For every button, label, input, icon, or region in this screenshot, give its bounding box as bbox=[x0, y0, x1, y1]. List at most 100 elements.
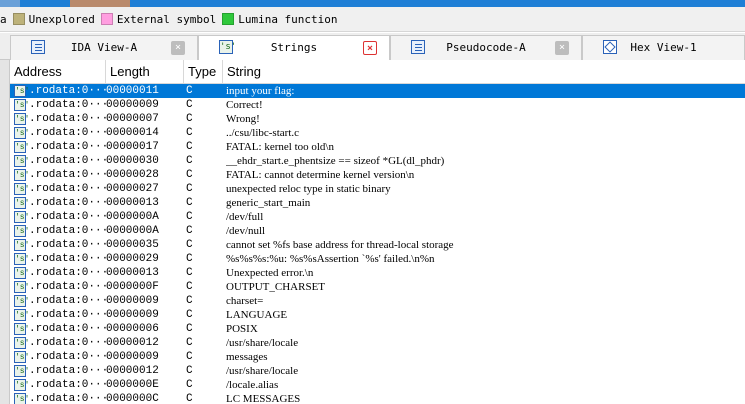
address-text: .rodata:0··· bbox=[29, 225, 108, 237]
cell-string: /locale.alias bbox=[226, 379, 279, 391]
table-row[interactable]: 's'.rodata:0··· 00000009 Cmessages bbox=[10, 350, 745, 364]
cell-string: input your flag: bbox=[226, 85, 295, 97]
tab-pseudocode-a[interactable]: Pseudocode-A × bbox=[390, 35, 582, 60]
address-text: .rodata:0··· bbox=[29, 99, 108, 111]
table-row[interactable]: 's'.rodata:0··· 00000007 C Wrong! bbox=[10, 112, 745, 126]
table-row[interactable]: 's'.rodata:0··· 00000017 C FATAL: kernel to… bbox=[10, 140, 745, 154]
table-row[interactable]: 's'.rodata:0··· 0000000A C/dev/full bbox=[10, 210, 745, 224]
legend-swatch bbox=[100, 13, 113, 25]
cell-length: 00000017 bbox=[106, 141, 159, 153]
legend-label: a bbox=[0, 12, 7, 26]
cell-address: 's'.rodata:0··· bbox=[14, 112, 108, 126]
string-icon: 's' bbox=[14, 155, 30, 167]
legend-label: External symbol bbox=[116, 12, 217, 26]
address-text: .rodata:0··· bbox=[29, 127, 108, 139]
table-row[interactable]: 's'.rodata:0··· 00000030 C __ehdr_start.e_p… bbox=[10, 154, 745, 168]
cell-length: 00000030 bbox=[106, 155, 159, 167]
table-row[interactable]: 's'.rodata:0··· 00000012 C/usr/share/local… bbox=[10, 336, 745, 350]
cell-type: C bbox=[186, 253, 193, 265]
cell-length: 0000000A bbox=[106, 225, 159, 237]
cell-address: 's'.rodata:0··· bbox=[14, 98, 108, 112]
table-row[interactable]: 's'.rodata:0··· 00000013 Cgeneric_start_ma… bbox=[10, 196, 745, 210]
string-icon: 's' bbox=[14, 183, 30, 195]
cell-length: 00000013 bbox=[106, 267, 159, 279]
table-row[interactable]: 's'.rodata:0··· 0000000A C/dev/null bbox=[10, 224, 745, 238]
string-icon: 's' bbox=[14, 323, 30, 335]
cell-string: charset= bbox=[226, 295, 264, 307]
column-header-address[interactable]: Address bbox=[10, 60, 106, 84]
cell-length: 00000006 bbox=[106, 323, 159, 335]
cell-address: 's'.rodata:0··· bbox=[14, 196, 108, 210]
address-text: .rodata:0··· bbox=[29, 183, 108, 195]
string-icon: 's' bbox=[14, 127, 30, 139]
string-icon: 's' bbox=[14, 309, 30, 321]
cell-address: 's'.rodata:0··· bbox=[14, 238, 108, 252]
cell-address: 's'.rodata:0··· bbox=[14, 140, 108, 154]
close-icon[interactable]: × bbox=[171, 41, 185, 55]
address-text: .rodata:0··· bbox=[29, 309, 108, 321]
tab-hex-view-1[interactable]: Hex View-1 bbox=[582, 35, 745, 60]
cell-string: /dev/null bbox=[226, 225, 266, 237]
cell-address: 's'.rodata:0··· bbox=[14, 252, 108, 266]
table-row[interactable]: 's'.rodata:0··· 00000009 C LANGUAGE bbox=[10, 308, 745, 322]
cell-type: C bbox=[186, 267, 193, 279]
address-text: .rodata:0··· bbox=[29, 197, 108, 209]
cell-address: 's'.rodata:0··· bbox=[14, 378, 108, 392]
cell-length: 00000014 bbox=[106, 127, 159, 139]
cell-address: 's'.rodata:0··· bbox=[14, 266, 108, 280]
table-row[interactable]: 's'.rodata:0··· 00000009 C Correct! bbox=[10, 98, 745, 112]
tab-strings[interactable]: 's' Strings × bbox=[198, 35, 390, 61]
table-row[interactable]: 's'.rodata:0··· 00000013 C Unexpected error… bbox=[10, 266, 745, 280]
nav-segment-gray bbox=[0, 0, 20, 7]
cell-length: 00000007 bbox=[106, 113, 159, 125]
cell-address: 's'.rodata:0··· bbox=[14, 126, 108, 140]
legend-label: Lumina function bbox=[238, 12, 338, 26]
table-row[interactable]: 's'.rodata:0··· 00000029 C %s%s%s:%u: %s%sA… bbox=[10, 252, 745, 266]
cell-string: /usr/share/locale bbox=[226, 365, 299, 377]
cell-type: C bbox=[186, 225, 193, 237]
table-row[interactable]: 's'.rodata:0··· 0000000C C LC MESSAGES bbox=[10, 392, 745, 404]
cell-address: 's'.rodata:0··· bbox=[14, 336, 108, 350]
cell-string: messages bbox=[226, 351, 268, 363]
table-row[interactable]: 's'.rodata:0··· 00000006 C POSIX bbox=[10, 322, 745, 336]
table-row[interactable]: 's'.rodata:0··· 00000011 Cinput your flag: bbox=[10, 84, 745, 98]
table-row[interactable]: 's'.rodata:0··· 0000000E C/locale.alias bbox=[10, 378, 745, 392]
address-text: .rodata:0··· bbox=[29, 267, 108, 279]
table-row[interactable]: 's'.rodata:0··· 00000014 C ../csu/libc-star… bbox=[10, 126, 745, 140]
cell-address: 's'.rodata:0··· bbox=[14, 224, 108, 238]
tab-ida-view-a[interactable]: IDA View-A × bbox=[10, 35, 198, 60]
cell-type: C bbox=[186, 393, 193, 404]
column-header-string[interactable]: String bbox=[223, 60, 745, 84]
column-header-length[interactable]: Length bbox=[106, 60, 184, 84]
string-icon: 's' bbox=[14, 113, 30, 125]
table-row[interactable]: 's'.rodata:0··· 00000028 C FATAL: cannot de… bbox=[10, 168, 745, 182]
address-text: .rodata:0··· bbox=[29, 393, 108, 404]
column-header-type[interactable]: Type bbox=[184, 60, 223, 84]
legend-label: Unexplored bbox=[28, 12, 95, 26]
close-icon[interactable]: × bbox=[363, 41, 377, 55]
table-row[interactable]: 's'.rodata:0··· 0000000F C OUTPUT_CHARSET bbox=[10, 280, 745, 294]
table-row[interactable]: 's'.rodata:0··· 00000012 C/usr/share/local… bbox=[10, 364, 745, 378]
address-text: .rodata:0··· bbox=[29, 141, 108, 153]
cell-address: 's'.rodata:0··· bbox=[14, 308, 108, 322]
cell-length: 00000009 bbox=[106, 99, 159, 111]
string-icon: 's' bbox=[14, 239, 30, 251]
string-icon: 's' bbox=[14, 99, 30, 111]
cell-address: 's'.rodata:0··· bbox=[14, 280, 108, 294]
cell-address: 's'.rodata:0··· bbox=[14, 210, 108, 224]
table-row[interactable]: 's'.rodata:0··· 00000009 Ccharset= bbox=[10, 294, 745, 308]
table-row[interactable]: 's'.rodata:0··· 00000035 Ccannot set %fs b… bbox=[10, 238, 745, 252]
strings-table[interactable]: Address Length Type String 's'.rodata:0·… bbox=[10, 60, 745, 404]
string-icon: 's' bbox=[14, 393, 30, 404]
string-icon: 's' bbox=[14, 169, 30, 181]
cell-string: LC MESSAGES bbox=[226, 393, 301, 404]
string-icon: 's' bbox=[14, 197, 30, 209]
navigation-band[interactable] bbox=[0, 0, 745, 7]
table-row[interactable]: 's'.rodata:0··· 00000027 Cunexpected reloc… bbox=[10, 182, 745, 196]
cell-address: 's'.rodata:0··· bbox=[14, 392, 108, 404]
cell-length: 00000009 bbox=[106, 351, 159, 363]
legend-item: a bbox=[0, 13, 7, 26]
close-icon[interactable]: × bbox=[555, 41, 569, 55]
cell-type: C bbox=[186, 155, 193, 167]
cell-string: /dev/full bbox=[226, 211, 264, 223]
